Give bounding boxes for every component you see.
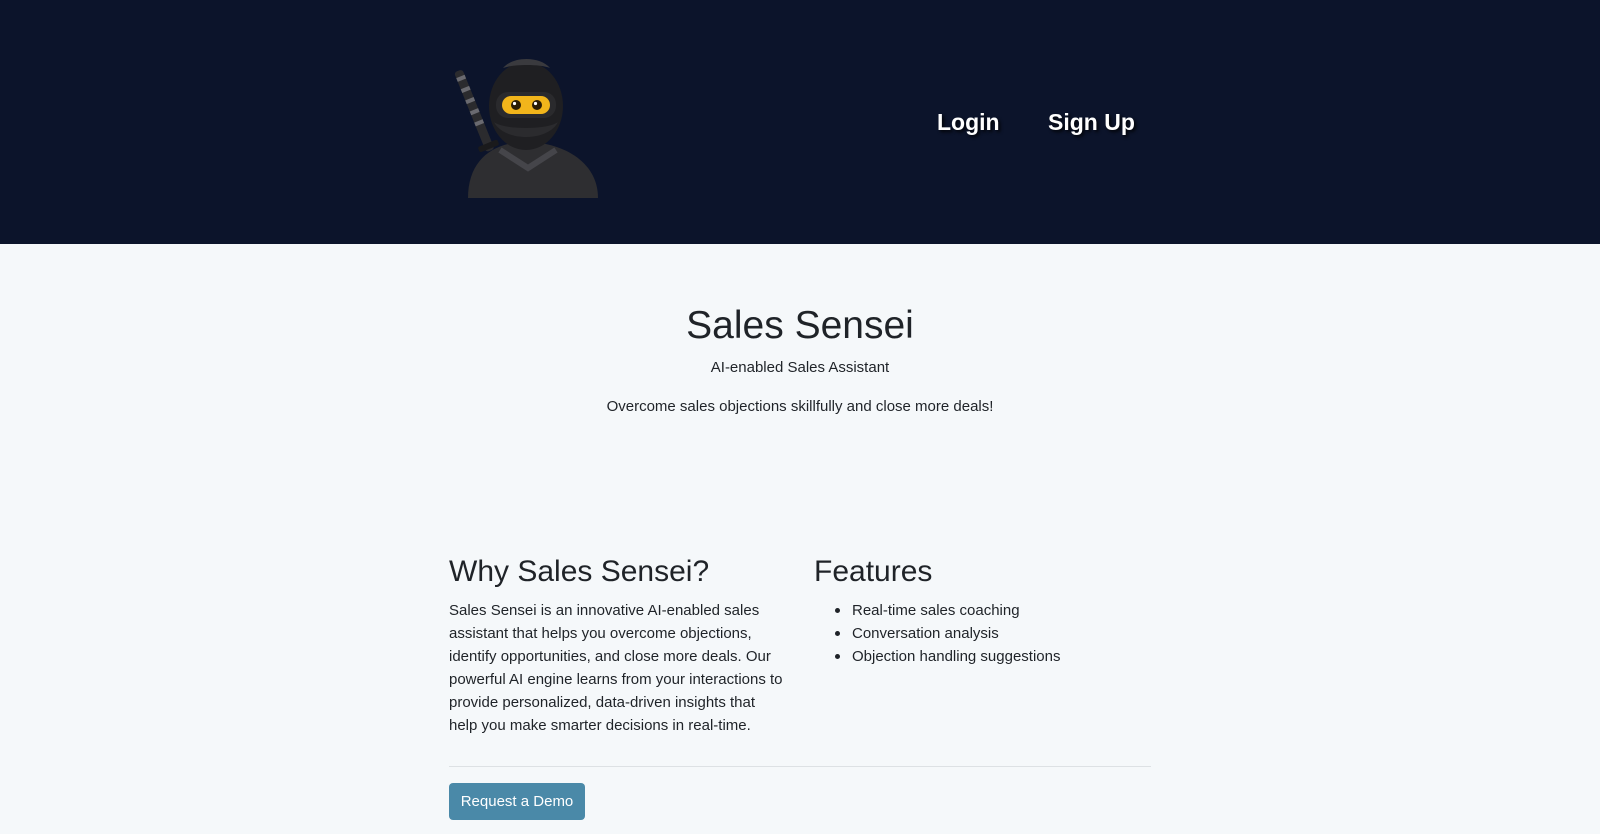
feature-item: Real-time sales coaching bbox=[835, 599, 1172, 622]
signup-link[interactable]: Sign Up bbox=[1048, 104, 1135, 140]
feature-item: Conversation analysis bbox=[835, 622, 1172, 645]
login-link[interactable]: Login bbox=[937, 104, 1000, 140]
hero-subtitle: AI-enabled Sales Assistant bbox=[710, 359, 890, 376]
why-description: Sales Sensei is an innovative AI-enabled… bbox=[449, 602, 783, 734]
why-heading: Why Sales Sensei? bbox=[449, 555, 710, 588]
section-divider bbox=[449, 766, 1151, 767]
features-heading: Features bbox=[814, 555, 933, 588]
request-demo-button[interactable]: Request a Demo bbox=[449, 783, 585, 820]
features-list: Real-time sales coaching Conversation an… bbox=[835, 599, 1172, 668]
hero-title: Sales Sensei bbox=[686, 304, 914, 347]
site-header: Login Sign Up bbox=[0, 0, 1600, 244]
feature-item: Objection handling suggestions bbox=[835, 645, 1172, 668]
ninja-icon[interactable] bbox=[448, 50, 600, 198]
hero-tagline: Overcome sales objections skillfully and… bbox=[606, 398, 994, 415]
